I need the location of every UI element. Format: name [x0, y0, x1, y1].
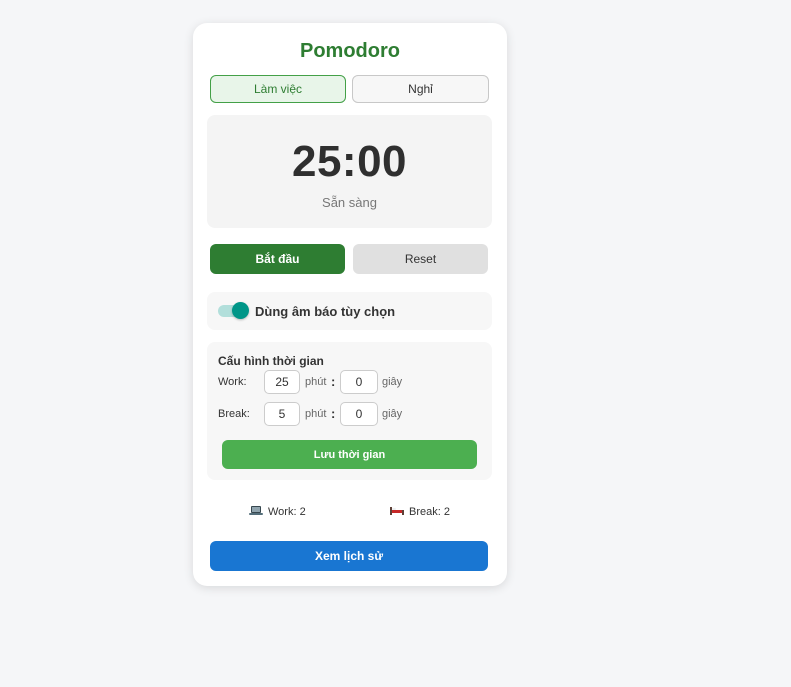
app-title: Pomodoro [300, 40, 400, 62]
break-count: Break: 2 [390, 505, 450, 519]
start-button[interactable]: Bắt đầu [210, 244, 345, 274]
sound-toggle[interactable] [218, 302, 249, 319]
work-count: Work: 2 [249, 505, 306, 519]
sound-option: Dùng âm báo tùy chọn [207, 292, 492, 330]
break-separator: : [331, 406, 336, 421]
mode-work-button[interactable]: Làm việc [210, 75, 346, 103]
work-minutes-input[interactable] [264, 370, 300, 394]
break-seconds-unit: giây [382, 408, 403, 420]
pomodoro-card: Pomodoro Làm việc Nghỉ 25:00 Sẵn sàng Bắ… [193, 23, 507, 586]
toggle-knob [232, 302, 249, 319]
timer-panel: 25:00 Sẵn sàng [207, 115, 492, 228]
break-seconds-input[interactable] [340, 402, 378, 426]
work-seconds-unit: giây [382, 376, 403, 388]
sound-label: Dùng âm báo tùy chọn [255, 304, 396, 319]
break-minutes-input[interactable] [264, 402, 300, 426]
work-minutes-unit: phút [305, 376, 327, 388]
reset-button[interactable]: Reset [353, 244, 488, 274]
save-time-button[interactable]: Lưu thời gian [222, 440, 477, 469]
view-history-button[interactable]: Xem lịch sử [210, 541, 488, 571]
work-seconds-input[interactable] [340, 370, 378, 394]
bed-icon [390, 505, 404, 519]
timer-display: 25:00 [291, 137, 408, 186]
break-count-text: Break: 2 [409, 506, 450, 518]
time-config-panel: Cấu hình thời gian Work: phút : giây Bre… [207, 342, 492, 480]
break-row-label: Break: [218, 408, 250, 420]
break-minutes-unit: phút [305, 408, 327, 420]
mode-break-button[interactable]: Nghỉ [352, 75, 489, 103]
laptop-icon [249, 505, 263, 519]
config-title: Cấu hình thời gian [218, 354, 324, 368]
timer-status: Sẵn sàng [322, 195, 377, 210]
work-count-text: Work: 2 [268, 506, 306, 518]
work-row-label: Work: [218, 376, 247, 388]
work-separator: : [331, 374, 336, 389]
